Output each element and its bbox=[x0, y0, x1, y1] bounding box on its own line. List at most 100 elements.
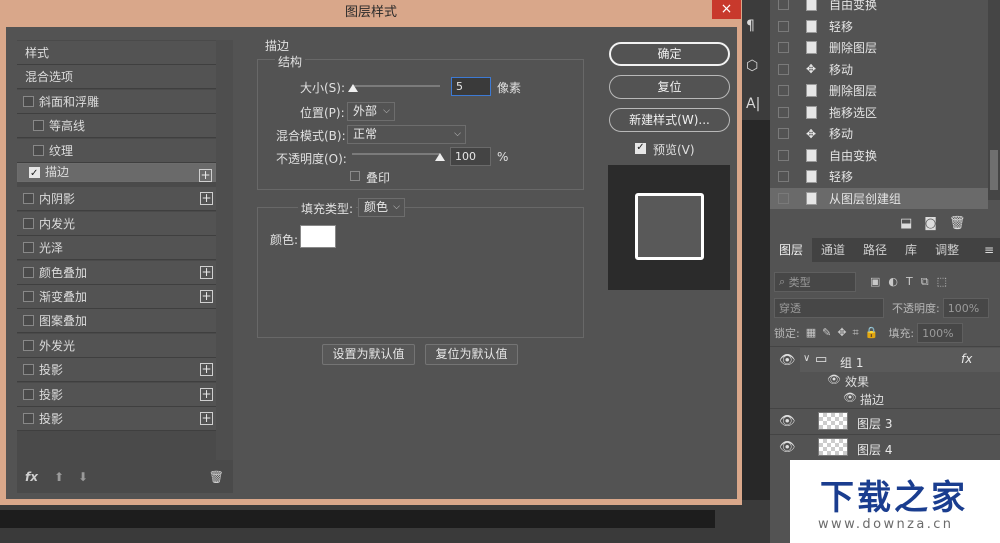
style-item[interactable]: 混合选项 bbox=[17, 65, 216, 90]
history-checkbox[interactable] bbox=[778, 171, 789, 182]
add-effect-icon[interactable]: + bbox=[200, 290, 213, 303]
style-item[interactable]: 等高线 bbox=[17, 114, 216, 139]
style-item[interactable]: 投影 + bbox=[17, 407, 216, 431]
history-checkbox[interactable] bbox=[778, 63, 789, 75]
style-checkbox[interactable] bbox=[23, 315, 34, 327]
add-effect-icon[interactable]: + bbox=[200, 412, 213, 425]
move-down-icon[interactable]: ⬇ bbox=[78, 470, 88, 484]
size-input[interactable]: 5 bbox=[451, 77, 491, 96]
visibility-eye-icon[interactable]: 👁 bbox=[779, 353, 796, 368]
visibility-eye-icon[interactable]: 👁 bbox=[827, 373, 841, 386]
new-document-from-state-icon[interactable]: ⬓ bbox=[900, 216, 912, 231]
trash-icon[interactable]: 🗑 bbox=[209, 470, 224, 484]
style-item[interactable]: 外发光 bbox=[17, 333, 216, 358]
style-checkbox[interactable] bbox=[23, 266, 34, 278]
style-checkbox[interactable] bbox=[33, 144, 44, 156]
history-checkbox[interactable] bbox=[778, 20, 789, 32]
style-item[interactable]: 样式 bbox=[17, 41, 216, 65]
ok-button[interactable]: 确定 bbox=[609, 42, 730, 66]
history-checkbox[interactable] bbox=[778, 128, 789, 139]
style-item[interactable]: 渐变叠加 + bbox=[17, 285, 216, 309]
style-checkbox[interactable] bbox=[23, 193, 34, 205]
color-swatch[interactable] bbox=[300, 225, 336, 248]
character-icon[interactable]: A| bbox=[746, 96, 760, 112]
set-default-button[interactable]: 设置为默认值 bbox=[322, 344, 415, 365]
fx-badge[interactable]: fx bbox=[961, 352, 972, 366]
style-checkbox[interactable] bbox=[23, 217, 34, 229]
style-checkbox[interactable] bbox=[23, 242, 34, 254]
fill-type-select[interactable]: 颜色 ⌵ bbox=[358, 198, 405, 217]
history-scrollbar-thumb[interactable] bbox=[990, 150, 998, 190]
add-effect-icon[interactable]: + bbox=[200, 387, 213, 401]
reset-default-button[interactable]: 复位为默认值 bbox=[425, 344, 518, 365]
trash-icon[interactable]: 🗑 bbox=[949, 216, 966, 231]
snapshot-camera-icon[interactable]: ◙ bbox=[924, 216, 937, 231]
history-item[interactable]: 拖移选区 bbox=[770, 102, 988, 123]
3d-cube-icon[interactable]: ⬡ bbox=[746, 58, 758, 74]
history-checkbox[interactable] bbox=[778, 85, 789, 96]
opacity-slider-knob[interactable] bbox=[435, 153, 445, 161]
style-checkbox[interactable] bbox=[23, 291, 34, 302]
fill-input[interactable]: 100% bbox=[917, 323, 964, 343]
style-list-scrollbar[interactable] bbox=[216, 40, 233, 460]
chevron-down-icon[interactable]: ∨ bbox=[803, 353, 810, 364]
visibility-eye-icon[interactable]: 👁 bbox=[779, 414, 796, 429]
history-item[interactable]: ✥ 移动 bbox=[770, 123, 988, 144]
layer-name[interactable]: 图层 4 bbox=[857, 441, 892, 458]
add-effect-icon[interactable]: + bbox=[200, 265, 213, 279]
preview-checkbox[interactable]: ✓ bbox=[635, 143, 646, 154]
overprint-checkbox[interactable] bbox=[350, 171, 360, 181]
style-item[interactable]: 描边 + bbox=[17, 163, 216, 182]
history-checkbox[interactable] bbox=[778, 192, 789, 204]
move-up-icon[interactable]: ⬆ bbox=[54, 470, 64, 484]
opacity-input[interactable]: 100 bbox=[450, 147, 491, 166]
fx-icon[interactable]: fx bbox=[25, 470, 38, 484]
layer-name[interactable]: 组 1 bbox=[840, 354, 863, 371]
history-checkbox[interactable] bbox=[778, 106, 789, 118]
history-item[interactable]: 删除图层 bbox=[770, 37, 988, 58]
history-item[interactable]: 轻移 bbox=[770, 166, 988, 187]
panel-menu-icon[interactable]: ≡ bbox=[984, 243, 994, 257]
style-checkbox[interactable] bbox=[33, 120, 44, 132]
style-item[interactable]: 斜面和浮雕 bbox=[17, 89, 216, 114]
style-checkbox[interactable] bbox=[23, 388, 34, 400]
style-checkbox[interactable] bbox=[23, 339, 34, 351]
visibility-eye-icon[interactable]: 👁 bbox=[843, 391, 857, 404]
style-item[interactable]: 颜色叠加 + bbox=[17, 260, 216, 285]
tab-channels[interactable]: 通道 bbox=[812, 238, 854, 262]
position-select[interactable]: 外部 ⌵ bbox=[347, 102, 395, 121]
style-item[interactable]: 投影 + bbox=[17, 382, 216, 407]
style-item[interactable]: 光泽 bbox=[17, 236, 216, 261]
style-item[interactable]: 内阴影 + bbox=[17, 187, 216, 212]
filter-icons[interactable]: ▣◐T⧉⬚ bbox=[870, 275, 955, 289]
history-checkbox[interactable] bbox=[778, 149, 789, 161]
style-item[interactable]: 纹理 bbox=[17, 138, 216, 163]
history-item[interactable]: 从图层创建组 bbox=[770, 187, 988, 209]
history-item[interactable]: 自由变换 bbox=[770, 0, 988, 15]
add-effect-icon[interactable]: + bbox=[199, 169, 212, 182]
history-checkbox[interactable] bbox=[778, 0, 789, 10]
layer-filter-select[interactable]: ⌕ 类型 bbox=[774, 272, 856, 292]
reset-button[interactable]: 复位 bbox=[609, 75, 730, 99]
tab-paths[interactable]: 路径 bbox=[854, 238, 896, 262]
visibility-eye-icon[interactable]: 👁 bbox=[779, 440, 796, 455]
tab-libraries[interactable]: 库 bbox=[896, 238, 926, 262]
tab-adjustments[interactable]: 调整 bbox=[926, 238, 968, 262]
add-effect-icon[interactable]: + bbox=[200, 363, 213, 377]
style-item[interactable]: 内发光 bbox=[17, 211, 216, 236]
style-item[interactable]: 投影 + bbox=[17, 358, 216, 383]
close-button[interactable]: × bbox=[712, 0, 741, 19]
style-checkbox[interactable] bbox=[23, 413, 34, 424]
tab-layers[interactable]: 图层 bbox=[770, 238, 813, 262]
style-checkbox[interactable] bbox=[23, 364, 34, 376]
size-slider[interactable] bbox=[352, 85, 440, 87]
style-item[interactable]: 图案叠加 bbox=[17, 309, 216, 334]
lock-icons[interactable]: ▦✎✥⌗🔒 bbox=[806, 326, 885, 340]
history-item[interactable]: ✥ 移动 bbox=[770, 59, 988, 80]
layer-opacity-input[interactable]: 100% bbox=[942, 298, 989, 318]
history-checkbox[interactable] bbox=[778, 42, 789, 53]
effect-stroke-label[interactable]: 描边 bbox=[860, 391, 884, 408]
new-style-button[interactable]: 新建样式(W)... bbox=[609, 108, 730, 132]
layer-blend-select[interactable]: 穿透 bbox=[774, 298, 884, 318]
style-checkbox[interactable] bbox=[29, 165, 40, 182]
